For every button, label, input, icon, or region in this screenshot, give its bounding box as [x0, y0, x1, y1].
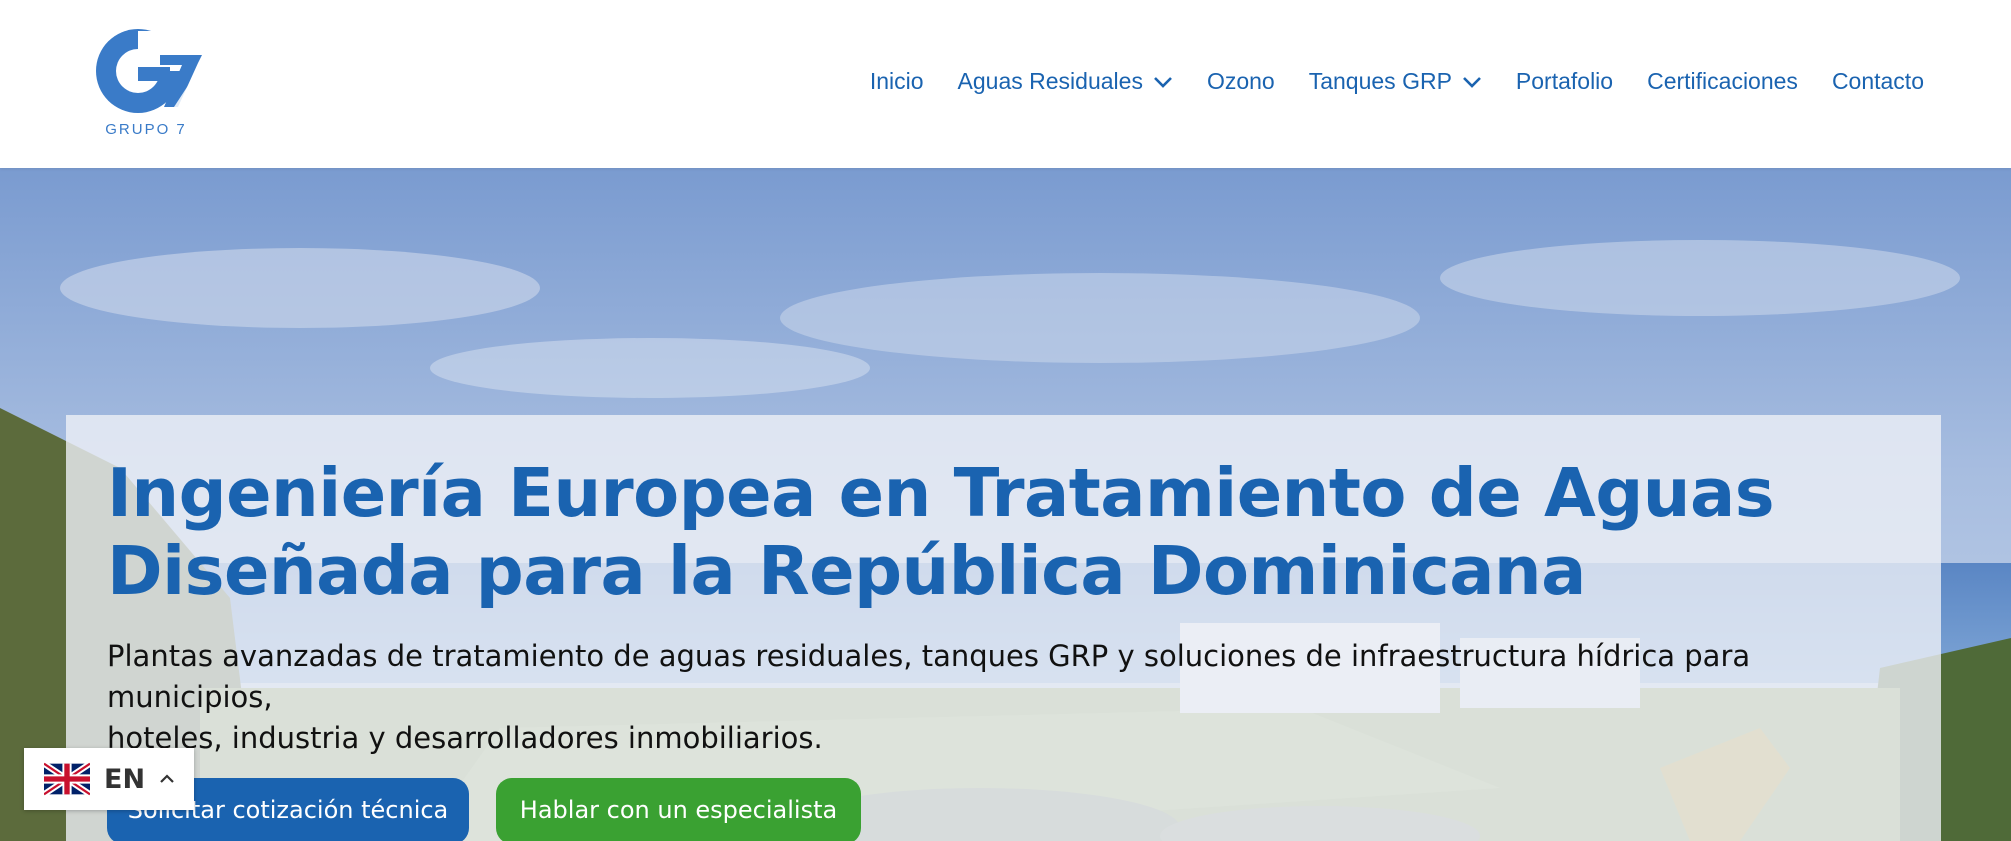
nav-item-label: Portafolio	[1515, 68, 1614, 94]
logo-text: GRUPO 7	[105, 121, 187, 138]
chevron-up-icon	[160, 774, 174, 783]
logo-link[interactable]: GRUPO 7	[76, 17, 208, 153]
nav-item-label: Aguas Residuales	[957, 68, 1143, 94]
hero-title: Ingeniería Europea en Tratamiento de Agu…	[107, 454, 1807, 610]
hero-title-line-2: Diseñada para la República Dominicana	[107, 532, 1586, 610]
nav-item-ozono[interactable]: Ozono	[1207, 68, 1275, 95]
nav-item-certificaciones[interactable]: Certificaciones	[1647, 68, 1798, 95]
nav-item-label: Certificaciones	[1647, 68, 1798, 94]
chevron-down-icon	[1463, 76, 1481, 88]
language-switcher[interactable]: EN	[24, 748, 194, 810]
hero-subtitle: Plantas avanzadas de tratamiento de agua…	[107, 636, 1907, 759]
nav-item-inicio[interactable]: Inicio	[870, 68, 924, 95]
hero-subtitle-line-1: Plantas avanzadas de tratamiento de agua…	[107, 639, 1751, 714]
nav-item-label: Inicio	[869, 68, 924, 94]
uk-flag-icon	[44, 762, 90, 796]
nav-item-portafolio[interactable]: Portafolio	[1516, 68, 1613, 95]
grupo7-logo-icon	[96, 29, 204, 113]
nav-item-label: Ozono	[1206, 68, 1275, 94]
site-header: GRUPO 7 Inicio Aguas Residuales Ozono Ta…	[0, 0, 2011, 168]
main-nav: Inicio Aguas Residuales Ozono Tanques GR…	[870, 68, 1924, 95]
nav-item-label: Contacto	[1831, 68, 1924, 94]
nav-item-label: Tanques GRP	[1308, 68, 1452, 94]
nav-item-contacto[interactable]: Contacto	[1832, 68, 1924, 95]
chevron-down-icon	[1154, 76, 1172, 88]
hero-subtitle-line-2: hoteles, industria y desarrolladores inm…	[107, 721, 823, 755]
nav-item-tanques-grp[interactable]: Tanques GRP	[1309, 68, 1482, 95]
hero-title-line-1: Ingeniería Europea en Tratamiento de Agu…	[107, 454, 1775, 532]
nav-item-aguas-residuales[interactable]: Aguas Residuales	[958, 68, 1173, 95]
talk-to-specialist-button[interactable]: Hablar con un especialista	[496, 778, 861, 841]
language-code: EN	[104, 763, 146, 795]
